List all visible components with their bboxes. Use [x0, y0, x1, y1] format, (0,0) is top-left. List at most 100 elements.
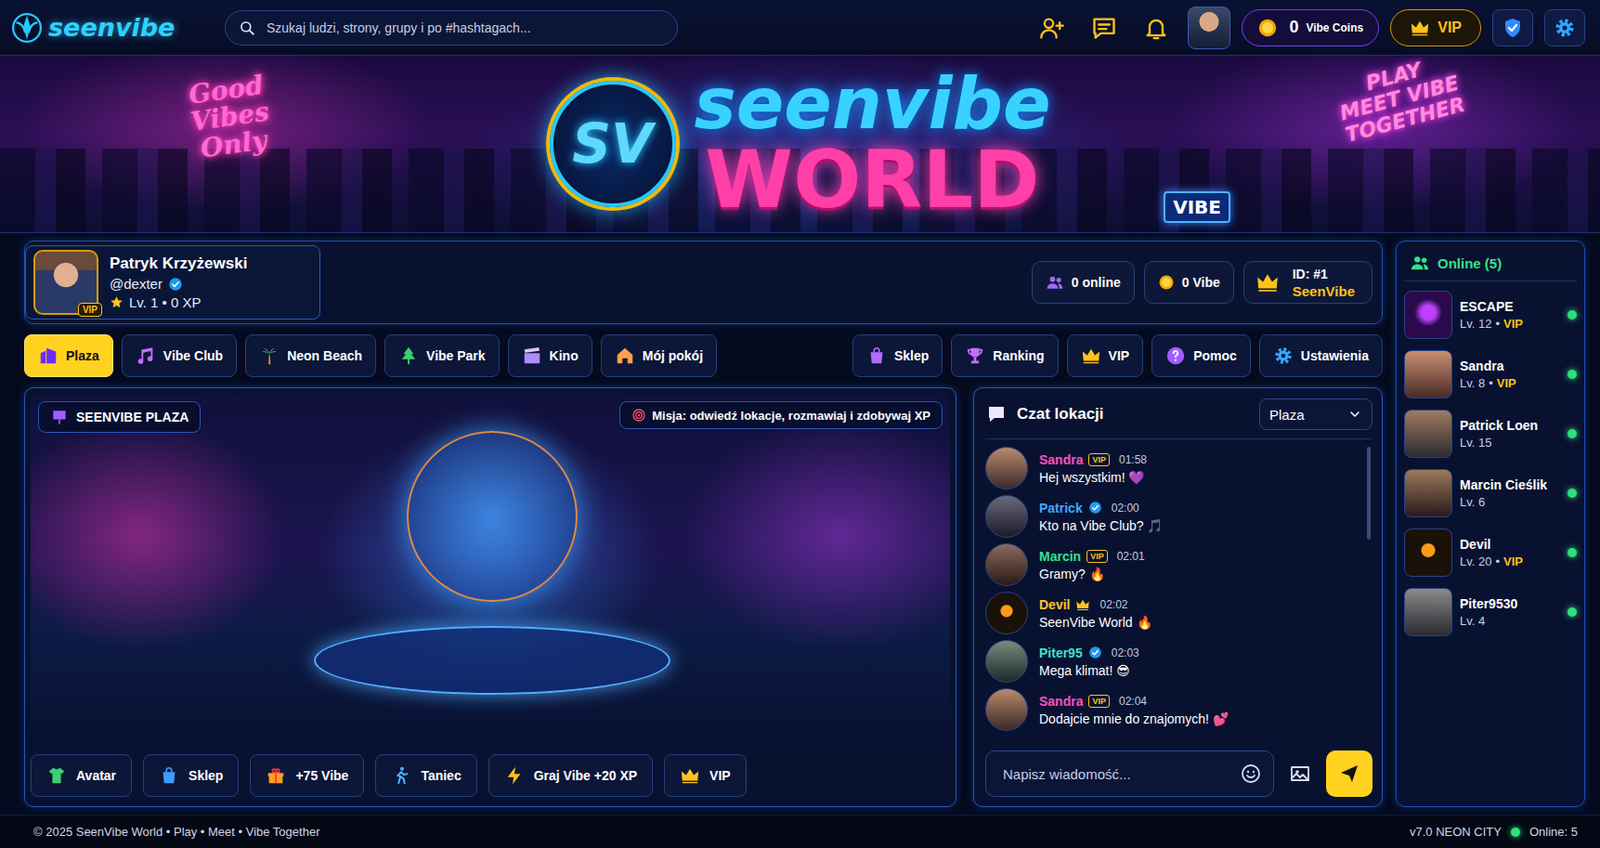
- menu-button[interactable]: Ranking: [950, 334, 1058, 378]
- coin-icon: [1257, 17, 1278, 39]
- status-dot: [1567, 310, 1577, 320]
- message-field[interactable]: [985, 750, 1275, 797]
- user-avatar: [1404, 350, 1453, 399]
- location-tab[interactable]: Plaza: [24, 334, 114, 378]
- message-input[interactable]: [1001, 765, 1233, 783]
- message-author: Marcin: [1039, 548, 1081, 564]
- menu-button[interactable]: VIP: [1066, 334, 1145, 378]
- user-name: Sandra: [1459, 358, 1561, 374]
- globe: [406, 430, 578, 602]
- message-author: Piter95: [1039, 645, 1083, 661]
- chat-header: Czat lokacjiPlaza: [985, 395, 1373, 440]
- online-user[interactable]: ESCAPELv. 12•VIP: [1404, 288, 1577, 341]
- settings-button[interactable]: [1544, 9, 1586, 47]
- add-friend-button[interactable]: [1031, 9, 1073, 47]
- location-tab[interactable]: Kino: [507, 334, 593, 378]
- menu-button[interactable]: Ustawienia: [1259, 334, 1383, 378]
- plaza-scene[interactable]: SEENVIBE PLAZAMisja: odwiedź lokacje, ro…: [30, 393, 950, 746]
- location-tabs: PlazaVibe ClubNeon BeachVibe ParkKinoMój…: [24, 334, 717, 378]
- attach-image-button[interactable]: [1283, 750, 1317, 797]
- menu-button[interactable]: Sklep: [852, 334, 943, 378]
- chat-panel: Czat lokacjiPlaza SandraVIP01:58Hej wszys…: [973, 387, 1383, 807]
- action-button[interactable]: Graj Vibe +20 XP: [488, 754, 653, 797]
- version: v7.0 NEON CITY: [1409, 824, 1502, 839]
- shopping-bag-icon: [158, 765, 180, 786]
- message-time: 02:02: [1099, 598, 1128, 612]
- online-count: Online: 5: [1529, 824, 1578, 839]
- user-level: Lv. 12•VIP: [1459, 316, 1561, 331]
- location-tab[interactable]: Neon Beach: [245, 334, 377, 378]
- send-button[interactable]: [1326, 750, 1373, 797]
- star-icon: [109, 295, 124, 310]
- location-tab[interactable]: Vibe Park: [384, 334, 500, 378]
- notifications-button[interactable]: [1135, 9, 1177, 47]
- navigation: PlazaVibe ClubNeon BeachVibe ParkKinoMój…: [24, 333, 1383, 378]
- action-button[interactable]: Taniec: [375, 754, 477, 797]
- menu-button[interactable]: Pomoc: [1151, 334, 1251, 378]
- online-user[interactable]: Patrick LoenLv. 15: [1404, 407, 1577, 460]
- gift-icon: [265, 765, 287, 786]
- profile-level: Lv. 1 • 0 XP: [109, 294, 248, 311]
- search-field[interactable]: [224, 10, 678, 46]
- message-time: 02:01: [1117, 549, 1145, 563]
- user-level: Lv. 8•VIP: [1459, 376, 1561, 391]
- shield-check-icon: [1501, 16, 1524, 40]
- coins-pill[interactable]: 0Vibe Coins: [1241, 9, 1379, 47]
- online-user[interactable]: Piter9530Lv. 4: [1404, 585, 1577, 638]
- verified-icon: [1088, 500, 1103, 515]
- smile-icon: [1239, 762, 1262, 785]
- message-avatar: [985, 446, 1028, 490]
- message-avatar: [985, 591, 1028, 635]
- location-tab[interactable]: Mój pokój: [600, 334, 717, 378]
- chat-message: Patrick02:00Kto na Vibe Club? 🎵: [985, 494, 1358, 538]
- profile-info: Patryk Krzyżewski@dexterLv. 1 • 0 XP: [109, 254, 248, 311]
- user-avatar[interactable]: [1187, 6, 1231, 50]
- profile-bar: VIPPatryk Krzyżewski@dexterLv. 1 • 0 XP0…: [24, 240, 1383, 325]
- vibe-sign: VIBE: [1163, 191, 1231, 223]
- action-button[interactable]: VIP: [663, 754, 747, 797]
- message-avatar: [985, 688, 1028, 731]
- online-user[interactable]: DevilLv. 20•VIP: [1404, 526, 1577, 579]
- content: SEENVIBE PLAZAMisja: odwiedź lokacje, ro…: [24, 387, 1383, 807]
- action-button[interactable]: Sklep: [143, 754, 239, 797]
- signpost-icon: [50, 407, 69, 427]
- chat-message: SandraVIP02:04Dodajcie mnie do znajomych…: [985, 688, 1358, 731]
- message-author: Sandra: [1039, 693, 1083, 709]
- messages-button[interactable]: [1083, 9, 1125, 47]
- verified-icon: [1088, 645, 1103, 660]
- verification-button[interactable]: [1492, 9, 1534, 47]
- user-avatar: [1404, 468, 1453, 518]
- user-avatar: [1404, 409, 1453, 458]
- dancer-icon: [390, 765, 412, 786]
- neon-sign: Good Vibes Only: [184, 71, 274, 164]
- search-input[interactable]: [264, 19, 664, 37]
- action-button[interactable]: Avatar: [30, 754, 132, 797]
- chat-message: Piter9502:03Mega klimat! 😎: [985, 639, 1358, 683]
- vip-badge: VIP: [1088, 453, 1110, 467]
- user-level: Lv. 15: [1459, 435, 1561, 450]
- app: seenvibe 0Vibe Coins VIP Good Vibes Only PLA…: [0, 0, 1600, 848]
- logo[interactable]: seenvibe: [11, 12, 210, 44]
- neon-sign: PLAY MEET VIBE TOGETHER: [1331, 55, 1468, 147]
- chat-message: SandraVIP01:58Hej wszystkim! 💜: [985, 446, 1358, 490]
- online-user[interactable]: Sandra Lv. 8•VIP: [1404, 348, 1577, 401]
- online-user[interactable]: Marcin CieślikLv. 6: [1404, 467, 1577, 520]
- vip-button[interactable]: VIP: [1390, 9, 1482, 47]
- search-icon: [238, 19, 256, 37]
- coin-icon: [1157, 273, 1175, 291]
- copyright: © 2025 SeenVibe World • Play • Meet • Vi…: [33, 824, 320, 839]
- message-text: Hej wszystkim! 💜: [1039, 469, 1147, 485]
- palm-tree-icon: [259, 345, 280, 366]
- status-dot: [1567, 607, 1577, 617]
- room-select[interactable]: Plaza: [1259, 398, 1373, 430]
- target-icon: [631, 407, 647, 423]
- house-icon: [614, 345, 636, 366]
- vip-badge: VIP: [1086, 549, 1108, 563]
- profile-card[interactable]: VIPPatryk Krzyżewski@dexterLv. 1 • 0 XP: [25, 245, 321, 320]
- scrollbar[interactable]: [1366, 446, 1371, 540]
- message-author: Patrick: [1039, 500, 1083, 516]
- action-button[interactable]: +75 Vibe: [249, 754, 365, 797]
- people-icon: [1045, 273, 1065, 292]
- user-avatar: [1404, 587, 1453, 637]
- location-tab[interactable]: Vibe Club: [121, 334, 237, 378]
